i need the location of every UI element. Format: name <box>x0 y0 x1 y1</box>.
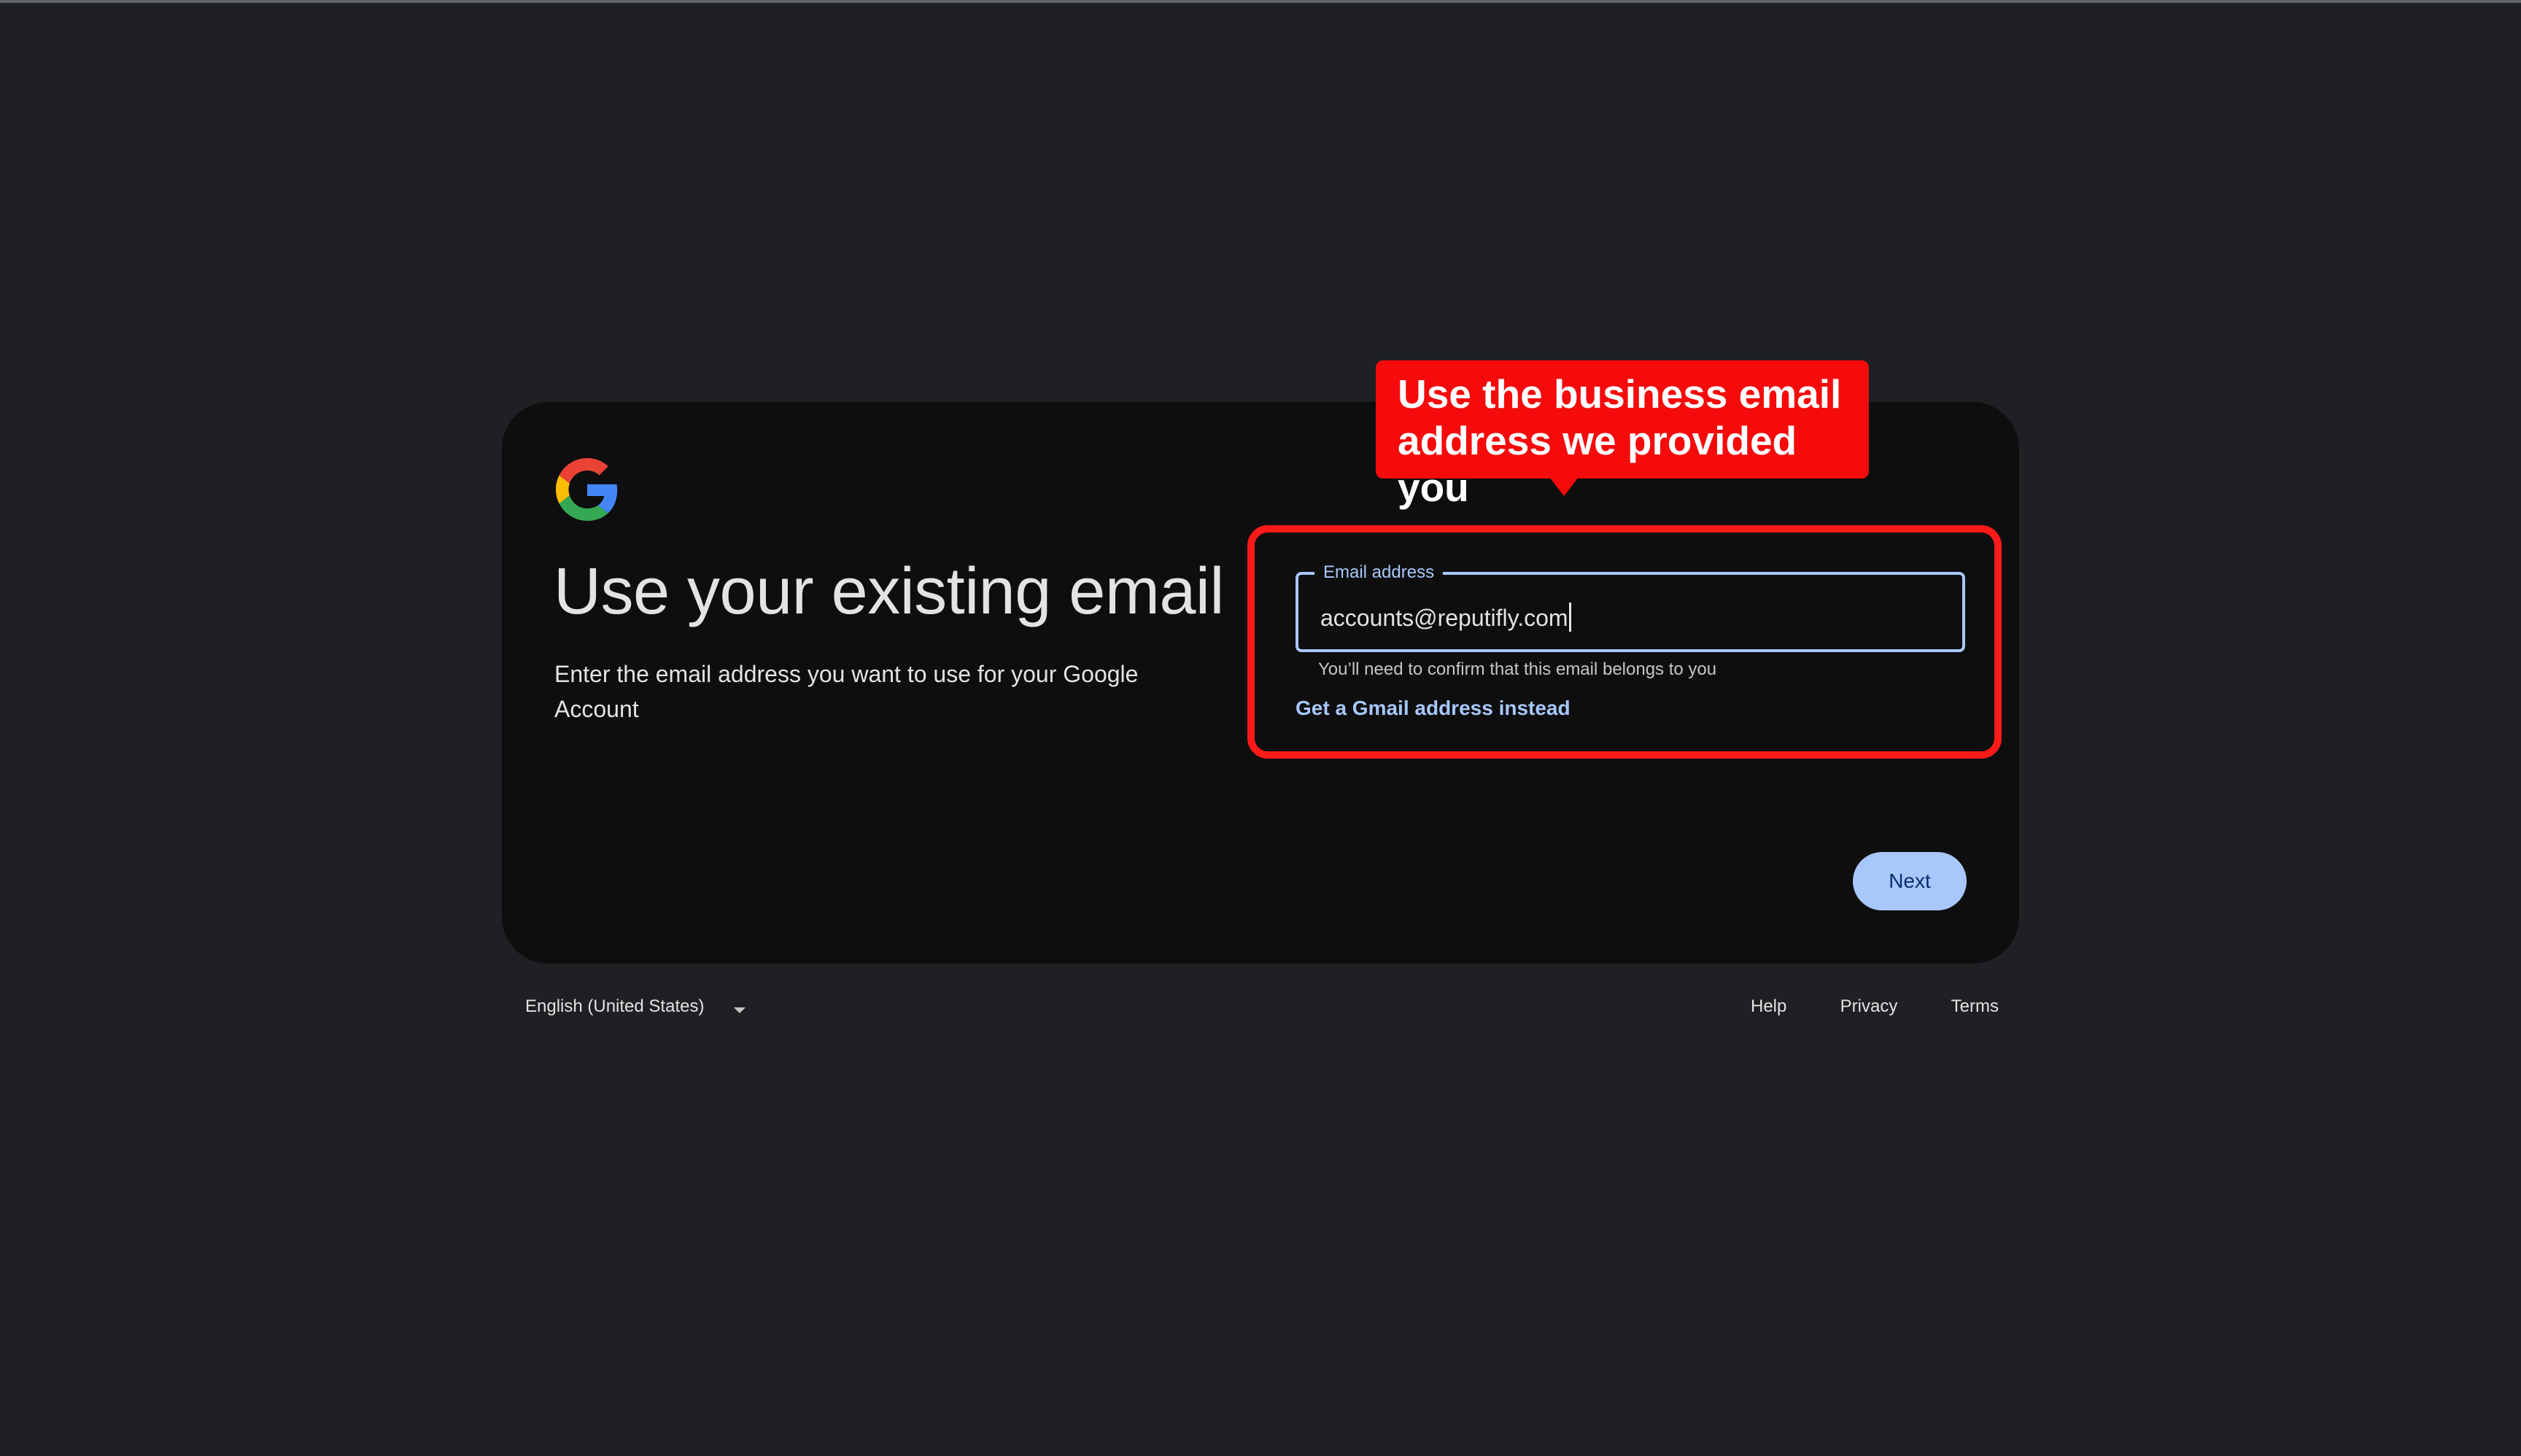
footer-link-help[interactable]: Help <box>1751 996 1786 1017</box>
footer-link-terms[interactable]: Terms <box>1951 996 1999 1017</box>
footer-links: Help Privacy Terms <box>1751 996 1999 1017</box>
language-selector[interactable]: English (United States) <box>525 996 704 1017</box>
google-logo-icon <box>556 458 618 521</box>
annotation-callout-pointer <box>1549 477 1579 496</box>
footer-link-privacy[interactable]: Privacy <box>1840 996 1898 1017</box>
page-title: Use your existing email <box>554 555 1224 628</box>
chevron-down-icon[interactable] <box>734 1007 746 1013</box>
top-border <box>0 0 2521 3</box>
annotation-callout: Use the business email address we provid… <box>1376 360 1869 510</box>
page-subtitle: Enter the email address you want to use … <box>554 661 1139 722</box>
annotation-highlight-box <box>1247 525 2002 759</box>
next-button[interactable]: Next <box>1853 852 1967 910</box>
